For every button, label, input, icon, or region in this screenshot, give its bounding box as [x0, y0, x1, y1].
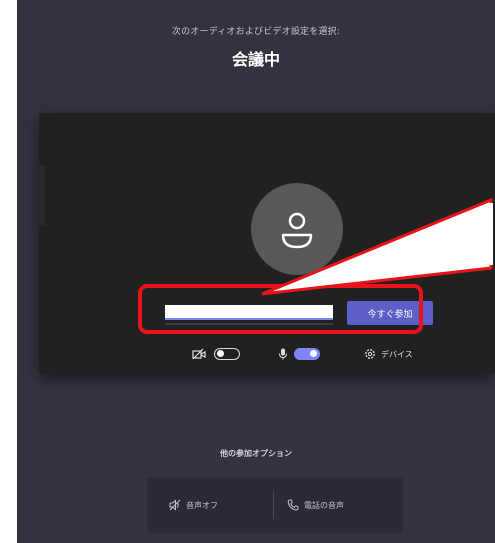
- page-title: 会議中: [231, 50, 280, 69]
- device-label: デバイス: [381, 350, 413, 359]
- camera-off-icon: [192, 348, 206, 360]
- mic-toggle[interactable]: [294, 348, 320, 360]
- other-options-title: 他の参加オプション: [220, 449, 292, 458]
- phone-audio-option[interactable]: 電話の音声: [281, 477, 401, 533]
- preview-edge: [39, 165, 45, 225]
- phone-icon: [287, 499, 299, 511]
- speaker-off-icon: [169, 499, 181, 511]
- highlight-frame: [138, 284, 423, 334]
- device-settings-control[interactable]: デバイス: [364, 344, 434, 364]
- toggle-knob: [310, 350, 317, 357]
- video-preview: 今すぐ参加 デバイス: [39, 113, 495, 373]
- instruction-text: 次のオーディオおよびビデオ設定を選択:: [171, 27, 341, 37]
- phone-audio-label: 電話の音声: [304, 501, 344, 510]
- avatar: [251, 183, 343, 275]
- audio-off-option[interactable]: 音声オフ: [147, 477, 267, 533]
- divider: [273, 491, 274, 519]
- toggle-knob: [217, 350, 224, 357]
- gear-icon: [365, 349, 375, 359]
- person-icon: [281, 212, 313, 249]
- camera-toggle[interactable]: [214, 348, 240, 360]
- other-join-options: 音声オフ 電話の音声: [147, 477, 403, 533]
- join-screen: 次のオーディオおよびビデオ設定を選択: 会議中 今すぐ参加 デバイス 他の参加オ…: [17, 0, 495, 543]
- audio-off-label: 音声オフ: [186, 501, 218, 510]
- microphone-icon: [279, 348, 287, 360]
- camera-control[interactable]: [192, 344, 246, 364]
- mic-control[interactable]: [278, 344, 332, 364]
- av-controls: デバイス: [192, 344, 452, 364]
